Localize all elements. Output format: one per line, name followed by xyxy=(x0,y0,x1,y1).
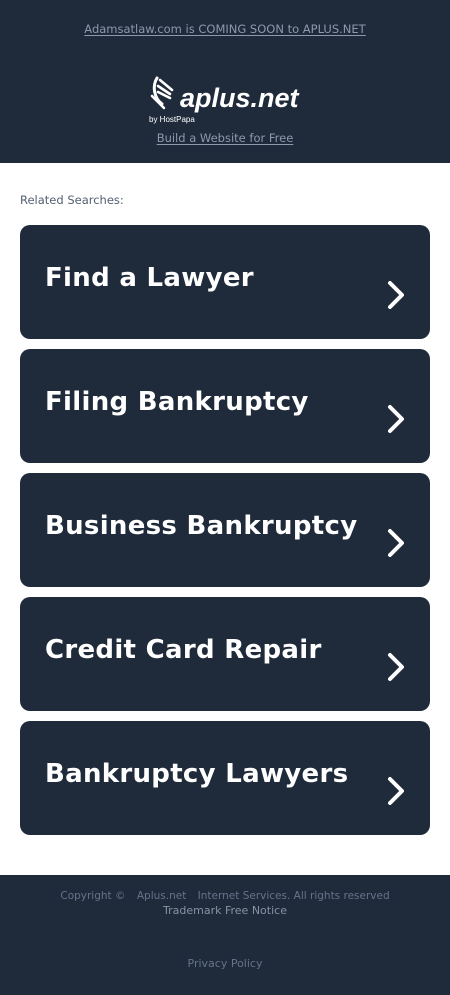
coming-soon-link[interactable]: Adamsatlaw.com is COMING SOON to APLUS.N… xyxy=(0,22,450,36)
related-search-filing-bankruptcy[interactable]: Filing Bankruptcy xyxy=(20,349,430,463)
trademark-notice-link[interactable]: Trademark Free Notice xyxy=(0,904,450,917)
related-search-bankruptcy-lawyers[interactable]: Bankruptcy Lawyers xyxy=(20,721,430,835)
copyright-line: Copyright © Aplus.net Internet Services.… xyxy=(0,890,450,902)
page-footer: Copyright © Aplus.net Internet Services.… xyxy=(0,875,450,995)
chevron-right-icon xyxy=(388,405,404,433)
chevron-right-icon xyxy=(388,529,404,557)
chevron-right-icon xyxy=(388,281,404,309)
chevron-right-icon xyxy=(388,777,404,805)
related-searches-label: Related Searches: xyxy=(20,193,124,207)
related-search-label: Bankruptcy Lawyers xyxy=(45,759,349,789)
rights-text: Internet Services. All rights reserved xyxy=(197,890,390,902)
top-banner: Adamsatlaw.com is COMING SOON to APLUS.N… xyxy=(0,0,450,163)
privacy-policy-link[interactable]: Privacy Policy xyxy=(0,957,450,970)
build-website-link[interactable]: Build a Website for Free xyxy=(0,131,450,145)
related-search-find-a-lawyer[interactable]: Find a Lawyer xyxy=(20,225,430,339)
related-search-business-bankruptcy[interactable]: Business Bankruptcy xyxy=(20,473,430,587)
aplusnet-logo-icon: aplus.net by HostPapa xyxy=(149,76,300,124)
related-search-label: Find a Lawyer xyxy=(45,263,254,293)
svg-text:by HostPapa: by HostPapa xyxy=(149,115,195,124)
svg-text:aplus.net: aplus.net xyxy=(180,83,300,113)
related-search-label: Credit Card Repair xyxy=(45,635,322,665)
related-search-label: Business Bankruptcy xyxy=(45,511,358,541)
aplusnet-logo[interactable]: aplus.net by HostPapa xyxy=(148,74,304,126)
chevron-right-icon xyxy=(388,653,404,681)
related-search-label: Filing Bankruptcy xyxy=(45,387,309,417)
copyright-text: Copyright © xyxy=(60,890,126,902)
aplusnet-link[interactable]: Aplus.net xyxy=(137,890,186,902)
related-search-credit-card-repair[interactable]: Credit Card Repair xyxy=(20,597,430,711)
